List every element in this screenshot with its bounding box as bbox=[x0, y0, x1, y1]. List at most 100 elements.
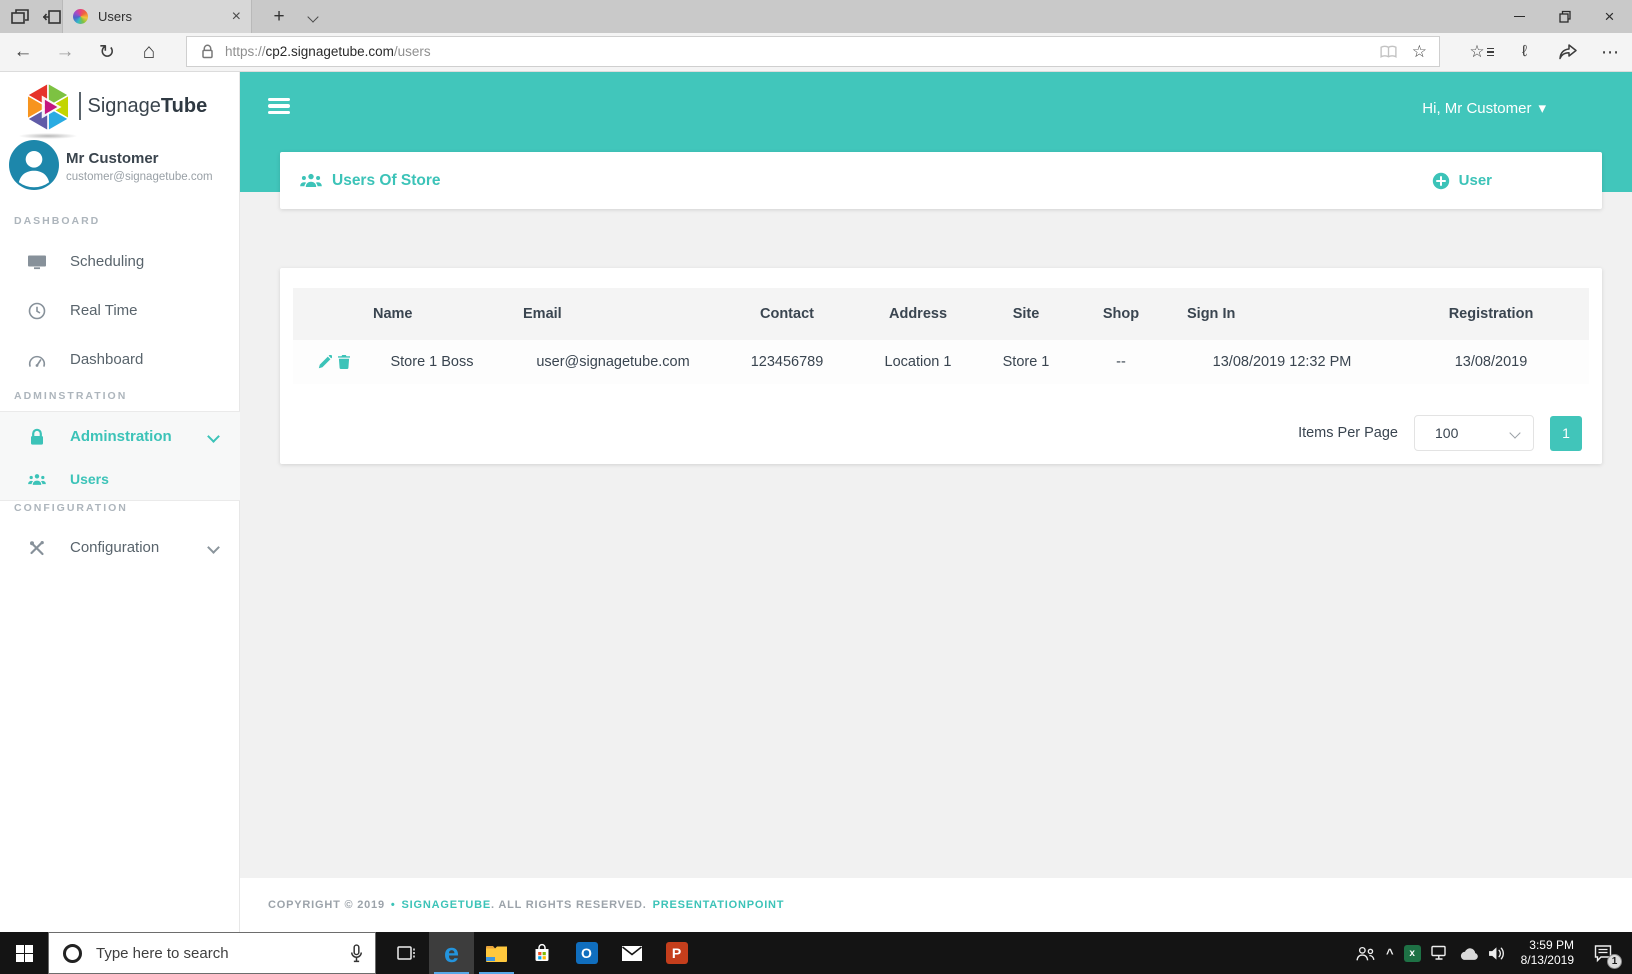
tab-favicon bbox=[73, 9, 88, 24]
lock-icon bbox=[26, 428, 48, 446]
window-restore-button[interactable] bbox=[1542, 0, 1587, 33]
window-close-button[interactable]: × bbox=[1587, 0, 1632, 33]
logo-shadow bbox=[18, 133, 78, 139]
task-view-icon[interactable] bbox=[384, 932, 429, 974]
tab-close-icon[interactable]: × bbox=[232, 8, 241, 25]
signagetube-logo-icon bbox=[22, 81, 74, 133]
sidebar-item-label: Scheduling bbox=[70, 253, 145, 270]
plus-circle-icon bbox=[1432, 172, 1450, 190]
page-1-button[interactable]: 1 bbox=[1550, 415, 1582, 451]
column-header: Shop bbox=[1071, 288, 1171, 340]
chevron-down-icon[interactable] bbox=[207, 541, 220, 554]
taskbar-edge-icon[interactable]: e bbox=[429, 932, 474, 974]
browser-tab[interactable]: Users × bbox=[62, 0, 252, 33]
column-header: Address bbox=[855, 288, 981, 340]
taskbar-store-icon[interactable] bbox=[519, 932, 564, 974]
chevron-down-icon[interactable] bbox=[207, 430, 220, 443]
back-icon[interactable]: ← bbox=[6, 33, 40, 71]
web-notes-pen-icon[interactable]: ℓ bbox=[1503, 33, 1546, 71]
column-header: Email bbox=[507, 288, 719, 340]
administration-group: Adminstration Users bbox=[0, 411, 240, 501]
monitor-icon bbox=[26, 254, 48, 270]
people-icon[interactable] bbox=[1355, 945, 1376, 962]
column-header: Name bbox=[357, 288, 507, 340]
column-header: Site bbox=[981, 288, 1071, 340]
users-group-icon bbox=[26, 473, 48, 486]
tab-preview-toggle-icon[interactable] bbox=[6, 3, 34, 30]
action-center-icon[interactable]: 1 bbox=[1588, 932, 1622, 974]
sidebar-item-label: Configuration bbox=[70, 539, 160, 556]
caret-down-icon: ▾ bbox=[1538, 100, 1546, 117]
brand-second: Tube bbox=[160, 94, 208, 117]
main-content: Hi, Mr Customer ▾ Users Of Store User Na… bbox=[240, 72, 1632, 932]
column-header: Registration bbox=[1393, 288, 1589, 340]
users-table-card: Name Email Contact Address Site Shop Sig… bbox=[280, 268, 1602, 464]
speaker-icon[interactable] bbox=[1488, 946, 1507, 961]
search-input[interactable] bbox=[94, 943, 350, 963]
sidebar-item-configuration[interactable]: Configuration bbox=[0, 523, 240, 572]
actions-column-header bbox=[293, 288, 357, 340]
refresh-icon[interactable]: ↻ bbox=[90, 33, 124, 71]
browser-tab-bar: Users × + × bbox=[0, 0, 1632, 33]
users-table: Name Email Contact Address Site Shop Sig… bbox=[293, 288, 1589, 384]
sidebar-item-scheduling[interactable]: Scheduling bbox=[0, 237, 240, 286]
favorites-hub-icon[interactable]: ☆ bbox=[1460, 33, 1503, 71]
tab-list-chevron-icon[interactable] bbox=[298, 0, 328, 33]
cell-shop: -- bbox=[1071, 340, 1171, 384]
gauge-icon bbox=[26, 352, 48, 368]
sidebar-item-label: Adminstration bbox=[70, 428, 172, 445]
cell-sign-in: 13/08/2019 12:32 PM bbox=[1171, 340, 1393, 384]
microphone-icon[interactable] bbox=[350, 943, 363, 963]
home-icon[interactable]: ⌂ bbox=[132, 33, 166, 71]
sidebar-item-administration[interactable]: Adminstration bbox=[0, 412, 240, 461]
url-scheme: https:// bbox=[225, 44, 266, 59]
browser-toolbar: ← → ↻ ⌂ https://cp2.signagetube.com/user… bbox=[0, 33, 1632, 72]
taskbar-clock[interactable]: 3:59 PM 8/13/2019 bbox=[1521, 938, 1574, 968]
new-tab-button[interactable]: + bbox=[262, 0, 296, 33]
reading-view-icon[interactable] bbox=[1379, 44, 1398, 60]
site-lock-icon[interactable] bbox=[201, 44, 214, 59]
hamburger-menu-icon[interactable] bbox=[268, 98, 290, 114]
taskbar-powerpoint-icon[interactable]: P bbox=[654, 932, 699, 974]
users-group-icon bbox=[300, 173, 322, 188]
copyright-text: COPYRIGHT © 2019 bbox=[268, 899, 385, 911]
footer-brand-link[interactable]: SIGNAGETUBE bbox=[402, 899, 491, 911]
address-bar[interactable]: https://cp2.signagetube.com/users ☆ bbox=[186, 36, 1440, 67]
cell-site: Store 1 bbox=[981, 340, 1071, 384]
window-minimize-button[interactable] bbox=[1497, 0, 1542, 33]
cortana-icon[interactable] bbox=[63, 943, 82, 963]
footer-partner-link[interactable]: PRESENTATIONPOINT bbox=[653, 899, 785, 911]
taskbar-mail-icon[interactable] bbox=[609, 932, 654, 974]
items-per-page-select[interactable]: 100 bbox=[1414, 415, 1534, 451]
network-icon[interactable] bbox=[1430, 945, 1449, 961]
taskbar-file-explorer-icon[interactable] bbox=[474, 932, 519, 974]
footer: COPYRIGHT © 2019 • SIGNAGETUBE. ALL RIGHTS… bbox=[240, 878, 1632, 932]
tray-excel-icon[interactable]: x bbox=[1403, 944, 1421, 962]
onedrive-cloud-icon[interactable] bbox=[1459, 946, 1478, 961]
sidebar-item-dashboard[interactable]: Dashboard bbox=[0, 335, 240, 384]
cell-name: Store 1 Boss bbox=[357, 340, 507, 384]
section-label-dashboard: DASHBOARD bbox=[14, 215, 101, 227]
tools-icon bbox=[26, 539, 48, 557]
user-avatar[interactable] bbox=[9, 140, 59, 190]
users-of-store-panel: Users Of Store User bbox=[280, 152, 1602, 209]
taskbar-search[interactable] bbox=[48, 932, 376, 974]
user-menu[interactable]: Hi, Mr Customer ▾ bbox=[1422, 99, 1546, 118]
clock-time: 3:59 PM bbox=[1529, 938, 1574, 952]
favorite-star-icon[interactable]: ☆ bbox=[1412, 42, 1427, 62]
share-icon[interactable] bbox=[1546, 33, 1589, 71]
rights-text: . ALL RIGHTS RESERVED. bbox=[491, 899, 647, 911]
clock-date: 8/13/2019 bbox=[1520, 953, 1574, 967]
taskbar-outlook-icon[interactable]: O bbox=[564, 932, 609, 974]
delete-trash-icon[interactable] bbox=[338, 355, 350, 369]
windows-taskbar: e O P ^ x 3:59 PM 8/13/2019 bbox=[0, 932, 1632, 974]
start-button[interactable] bbox=[0, 932, 48, 974]
url-text: https://cp2.signagetube.com/users bbox=[225, 44, 431, 59]
sidebar-item-users[interactable]: Users bbox=[0, 458, 240, 500]
sidebar-item-real-time[interactable]: Real Time bbox=[0, 286, 240, 335]
hidden-icons-chevron-icon[interactable]: ^ bbox=[1386, 946, 1394, 961]
edit-pencil-icon[interactable] bbox=[318, 355, 332, 369]
browser-menu-ellipsis-icon[interactable]: ⋯ bbox=[1589, 33, 1632, 71]
add-user-button[interactable]: User bbox=[1432, 172, 1492, 190]
forward-icon[interactable]: → bbox=[48, 33, 82, 71]
